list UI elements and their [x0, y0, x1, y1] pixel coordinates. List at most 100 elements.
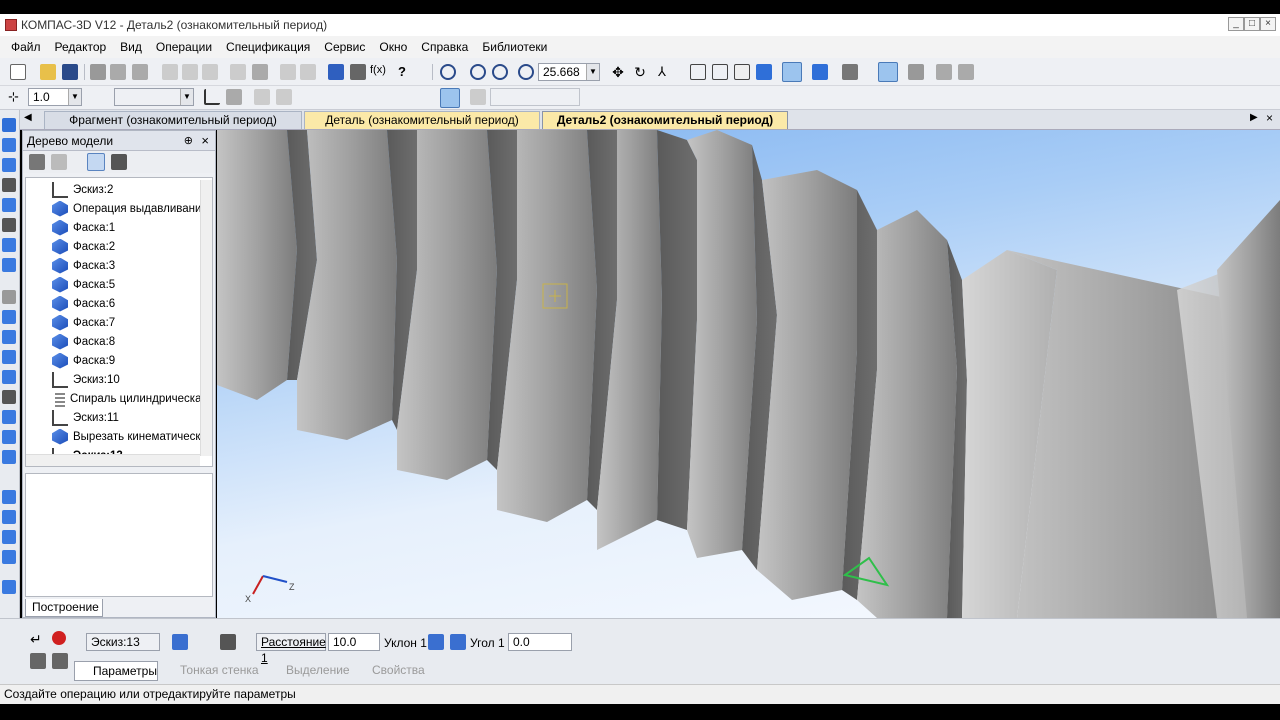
cut-icon[interactable] [162, 64, 178, 80]
zoom-combo[interactable]: 25.668 ▼ [538, 63, 600, 81]
paste-icon[interactable] [202, 64, 218, 80]
perspective-icon[interactable] [812, 64, 828, 80]
mirror-tool-icon[interactable] [2, 450, 16, 464]
close-icon[interactable]: × [201, 131, 209, 151]
chevron-down-icon[interactable]: ▼ [586, 64, 599, 80]
tabs-scroll-left-icon[interactable]: ◀ [24, 112, 32, 123]
format-icon[interactable] [230, 64, 246, 80]
tree-item[interactable]: Фаска:8 [52, 332, 115, 351]
tab-fragment[interactable]: Фрагмент (ознакомительный период) [44, 111, 302, 129]
tree-item[interactable]: Операция выдавливания [52, 199, 208, 218]
tree-item[interactable]: Фаска:9 [52, 351, 115, 370]
menu-specification[interactable]: Спецификация [226, 40, 310, 54]
tab-properties[interactable]: Свойства [354, 661, 426, 681]
menu-service[interactable]: Сервис [324, 40, 365, 54]
spec-tool-icon[interactable] [2, 550, 16, 564]
minimize-button[interactable]: _ [1228, 17, 1244, 31]
spline-tool-icon[interactable] [2, 350, 16, 364]
tree-item[interactable]: Эскиз:10 [52, 370, 120, 389]
array-tool-icon[interactable] [2, 430, 16, 444]
loft-tool-icon[interactable] [2, 198, 16, 212]
tab-thin-wall[interactable]: Тонкая стенка [162, 661, 262, 681]
tree-item[interactable]: Фаска:3 [52, 256, 115, 275]
rotate-tool-icon[interactable] [2, 158, 16, 172]
measure-icon[interactable] [908, 64, 924, 80]
help-pointer-icon[interactable]: ? [398, 64, 414, 80]
sweep-tool-icon[interactable] [2, 178, 16, 192]
pan-icon[interactable]: ✥ [610, 64, 626, 80]
tab-selection[interactable]: Выделение [268, 661, 350, 681]
tree-horizontal-scrollbar[interactable] [26, 454, 200, 466]
distance-input[interactable]: 10.0 [328, 633, 380, 651]
chevron-down-icon[interactable]: ▼ [68, 89, 81, 105]
tree-view-icon[interactable] [111, 154, 127, 170]
rotate-icon[interactable]: ↻ [632, 64, 648, 80]
tree-item[interactable]: Фаска:2 [52, 237, 115, 256]
new-file-icon[interactable] [10, 64, 26, 80]
library-icon[interactable] [350, 64, 366, 80]
hidden-lines-icon[interactable] [712, 64, 728, 80]
copy-icon[interactable] [182, 64, 198, 80]
tab-parameters[interactable]: Параметры [74, 661, 158, 681]
rib-tool-icon[interactable] [2, 238, 16, 252]
editing-tools-icon[interactable] [2, 118, 16, 132]
filter-icon[interactable] [842, 64, 858, 80]
zoom-fit-icon[interactable] [470, 64, 486, 80]
print-icon[interactable] [90, 64, 106, 80]
assembly-icon[interactable] [958, 64, 974, 80]
reference-icon[interactable] [52, 653, 68, 669]
surface-tool-icon[interactable] [2, 370, 16, 384]
layer-combo[interactable]: ▼ [114, 88, 194, 106]
sheet-tool-icon[interactable] [2, 510, 16, 524]
open-file-icon[interactable] [40, 64, 56, 80]
create-object-icon[interactable]: ↵ [30, 631, 46, 647]
print-preview-icon[interactable] [110, 64, 126, 80]
direction-icon[interactable] [172, 634, 188, 650]
menu-operations[interactable]: Операции [156, 40, 212, 54]
tree-item[interactable]: Фаска:1 [52, 218, 115, 237]
measure-tool-icon[interactable] [2, 490, 16, 504]
slope-direction-icon[interactable] [428, 634, 444, 650]
menu-help[interactable]: Справка [421, 40, 468, 54]
distance-label-field[interactable]: Расстояние 1 [256, 633, 326, 665]
thin-hidden-icon[interactable] [734, 64, 750, 80]
properties-icon[interactable] [252, 64, 268, 80]
manager-icon[interactable] [328, 64, 344, 80]
slope-toggle-icon[interactable] [450, 634, 466, 650]
hole-tool-icon[interactable] [2, 218, 16, 232]
orientation-icon[interactable]: ⅄ [654, 64, 670, 80]
tree-item[interactable]: Фаска:6 [52, 294, 115, 313]
auto-create-icon[interactable] [30, 653, 46, 669]
chevron-down-icon[interactable]: ▼ [180, 89, 193, 105]
3d-viewport[interactable]: X Z [217, 130, 1280, 618]
selection-icon[interactable] [878, 62, 898, 82]
redo-icon[interactable] [300, 64, 316, 80]
tree-item[interactable]: Спираль цилиндрическая [52, 389, 208, 408]
extrude-tool-icon[interactable] [2, 138, 16, 152]
tab-detail2[interactable]: Деталь2 (ознакомительный период) [542, 111, 788, 129]
local-cs-icon[interactable] [470, 89, 486, 105]
tab-detail[interactable]: Деталь (ознакомительный период) [304, 111, 540, 129]
undo-icon[interactable] [280, 64, 296, 80]
pin-icon[interactable]: ⊕ [184, 131, 193, 151]
axis-tool-icon[interactable] [2, 410, 16, 424]
tree-filter-icon[interactable] [51, 154, 67, 170]
maximize-button[interactable]: □ [1244, 17, 1260, 31]
plane-tool-icon[interactable] [2, 390, 16, 404]
variables-icon[interactable]: f(x) [370, 64, 386, 80]
angle-input[interactable]: 0.0 [508, 633, 572, 651]
tabs-close-icon[interactable]: × [1266, 111, 1273, 125]
sketch-field[interactable]: Эскиз:13 [86, 633, 160, 651]
save-icon[interactable] [62, 64, 78, 80]
coordinates-field[interactable] [490, 88, 580, 106]
spiral-tool-icon[interactable] [2, 330, 16, 344]
zoom-in-icon[interactable] [518, 64, 534, 80]
method-icon[interactable] [220, 634, 236, 650]
snap-icon[interactable] [254, 89, 270, 105]
menu-file[interactable]: Файл [11, 40, 41, 54]
close-button[interactable]: × [1260, 17, 1276, 31]
bend-tool-icon[interactable] [2, 530, 16, 544]
ortho-icon[interactable] [276, 89, 292, 105]
tabs-scroll-right-icon[interactable]: ▶ [1250, 112, 1258, 123]
wireframe-icon[interactable] [690, 64, 706, 80]
